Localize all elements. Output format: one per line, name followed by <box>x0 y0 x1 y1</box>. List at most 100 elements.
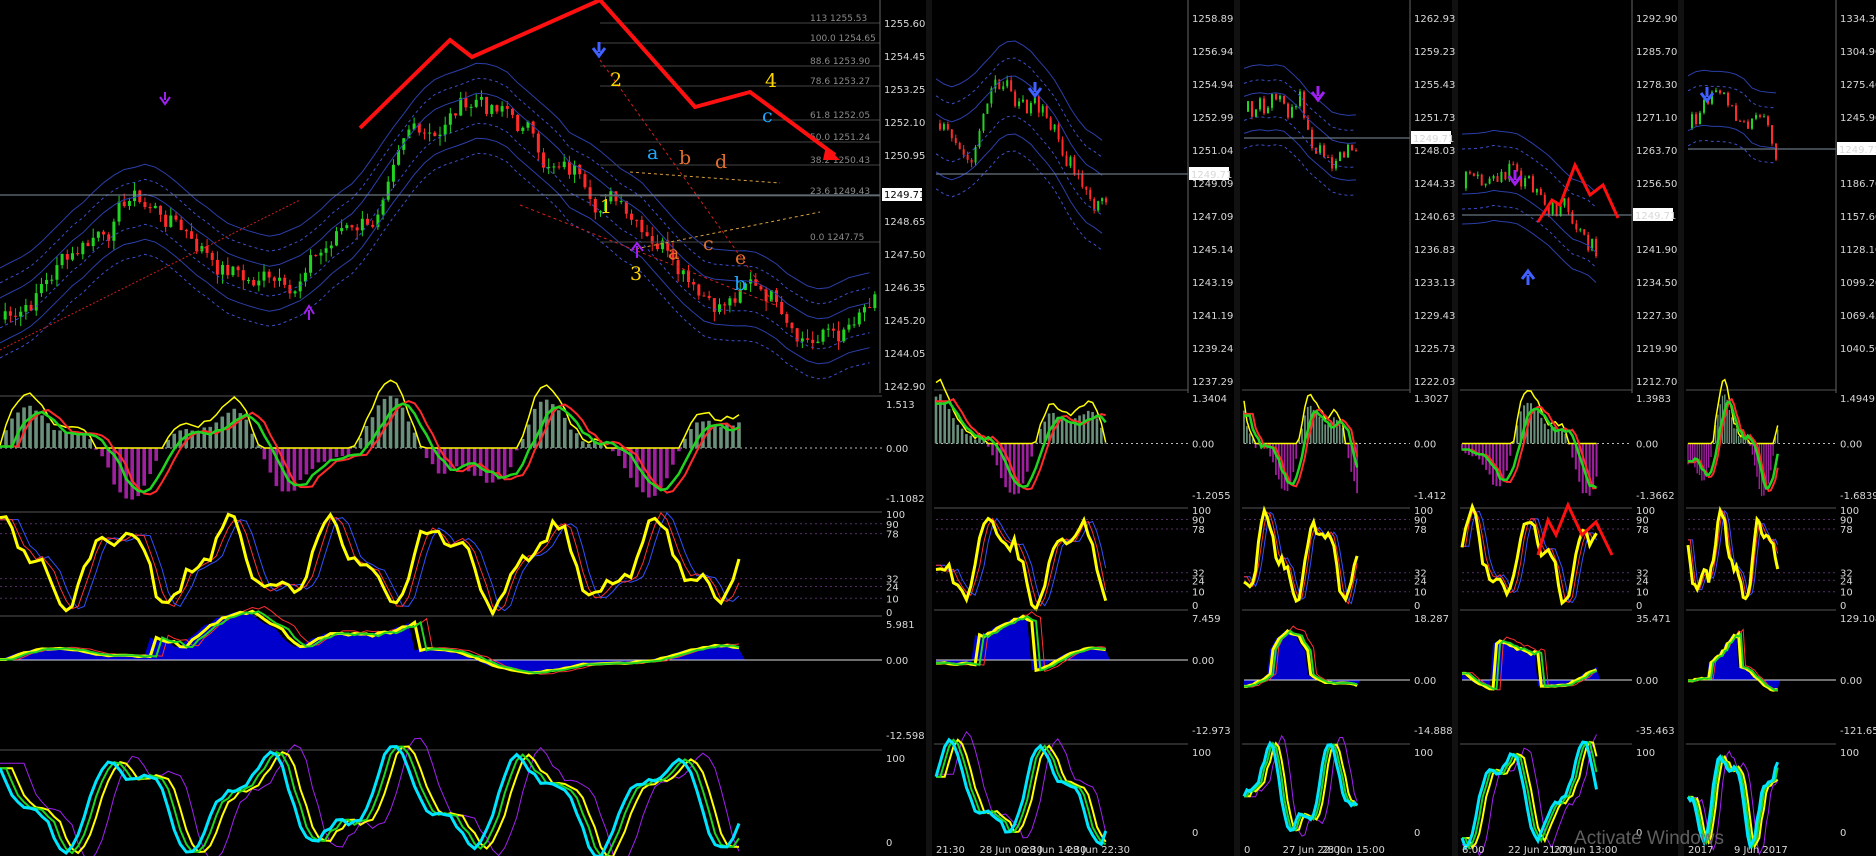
candle-body <box>86 242 90 247</box>
candle-body <box>785 314 789 323</box>
price-axis-label: 1304.90 <box>1840 47 1876 58</box>
candle-body <box>143 202 147 208</box>
price-axis-label: 1258.89 <box>1192 14 1233 25</box>
candle-body <box>958 142 961 150</box>
candle-body <box>1327 157 1329 159</box>
candle-body <box>448 113 452 125</box>
osc-axis-label: -35.463 <box>1636 726 1675 737</box>
candle-body <box>1579 229 1582 231</box>
candle-body <box>1480 174 1483 186</box>
price-axis-label: 1251.73 <box>1414 113 1455 124</box>
osc-axis-label: 18.287 <box>1414 614 1449 625</box>
time-axis-label: 28 Jun 22:30 <box>1067 845 1131 856</box>
candle-body <box>50 279 54 281</box>
price-axis-label: 1254.94 <box>1192 80 1233 91</box>
candle-body <box>1739 120 1741 122</box>
candle-body <box>1287 103 1289 118</box>
candle-body <box>1504 171 1507 180</box>
candle-body <box>303 272 307 282</box>
candle-body <box>96 231 100 238</box>
osc-axis-label: -121.65 <box>1840 726 1876 737</box>
candle-body <box>1516 164 1519 171</box>
candle-body <box>1771 125 1773 144</box>
price-axis-label: 1069.45 <box>1840 311 1876 322</box>
candle-body <box>314 255 318 257</box>
rsi-axis-label: 10 <box>1414 588 1427 599</box>
price-axis-label: 1245.14 <box>1192 245 1233 256</box>
candle-body <box>1299 91 1301 107</box>
osc-axis-label: 0.00 <box>886 656 908 667</box>
candle-body <box>231 266 235 276</box>
candle-body <box>433 132 437 137</box>
price-axis-label: 1255.60 <box>884 19 925 30</box>
candle-body <box>593 198 597 213</box>
candle-body <box>1018 101 1021 107</box>
candle-body <box>479 96 483 100</box>
price-axis-label: 1219.90 <box>1636 344 1677 355</box>
candle-body <box>1041 106 1044 113</box>
candle-body <box>381 199 385 215</box>
candle-body <box>76 253 80 255</box>
price-axis-label: 1229.43 <box>1414 311 1455 322</box>
candle-body <box>790 322 794 329</box>
candle-body <box>645 232 649 237</box>
candle-body <box>298 281 302 292</box>
candle-body <box>1727 92 1729 106</box>
rsi-axis-label: 24 <box>1636 576 1649 587</box>
stoch-axis-label: 100 <box>1636 748 1655 759</box>
candle-body <box>1695 114 1697 125</box>
candle-body <box>1492 175 1495 179</box>
price-axis-label: 1186.70 <box>1840 179 1876 190</box>
candle-body <box>443 124 447 135</box>
price-axis-label: 1246.35 <box>884 283 925 294</box>
candle-body <box>640 219 644 233</box>
candle-body <box>1543 194 1546 205</box>
candle-body <box>1512 163 1515 165</box>
stoch-axis-label: 100 <box>1414 748 1433 759</box>
candle-body <box>974 146 977 163</box>
candle-body <box>1703 99 1705 113</box>
candle-body <box>1093 198 1096 211</box>
rsi-axis-label: 24 <box>1192 576 1205 587</box>
candle-body <box>246 279 250 281</box>
rsi-axis-label: 10 <box>1192 588 1205 599</box>
price-axis-label: 1212.70 <box>1636 377 1677 388</box>
candle-body <box>1488 178 1491 184</box>
candle-body <box>122 201 126 206</box>
stoch-axis-label: 0 <box>1192 828 1198 839</box>
candle-body <box>355 227 359 231</box>
candle-body <box>1355 150 1357 152</box>
candle-body <box>24 304 28 312</box>
fib-label: 88.6 1253.90 <box>810 57 870 67</box>
candle-body <box>112 221 116 241</box>
osc-axis-label: -12.598 <box>886 731 925 742</box>
candle-body <box>862 307 866 313</box>
candle-body <box>329 245 333 249</box>
candle-body <box>982 113 985 131</box>
osc-axis-label: 7.459 <box>1192 614 1221 625</box>
price-axis-label: 1239.24 <box>1192 344 1233 355</box>
candle-body <box>1535 189 1538 193</box>
macd-axis-label: -1.1082 <box>886 494 925 505</box>
candle-body <box>1775 143 1777 160</box>
candle-body <box>215 259 219 275</box>
macd-axis-label: 1.513 <box>886 400 915 411</box>
candle-body <box>831 328 835 331</box>
candle-body <box>1263 98 1265 114</box>
candle-body <box>454 113 458 116</box>
rsi-axis-label: 78 <box>886 530 899 541</box>
candle-body <box>474 99 478 107</box>
candle-body <box>811 339 815 344</box>
fib-label: 78.6 1253.27 <box>810 77 870 87</box>
osc-axis-label: -12.973 <box>1192 726 1231 737</box>
candle-body <box>1283 95 1285 104</box>
price-axis-label: 1262.93 <box>1414 14 1455 25</box>
candle-body <box>469 106 473 108</box>
wave-label-c-upper: c <box>762 105 773 127</box>
osc-axis-label: 5.981 <box>886 620 915 631</box>
candle-body <box>169 215 173 227</box>
chart-workspace[interactable]: 113 1255.53 100.0 1254.65 88.6 1253.90 78.6… <box>0 0 1876 856</box>
candle-body <box>1476 174 1479 177</box>
candle-body <box>806 338 810 340</box>
candle-body <box>1002 86 1005 90</box>
